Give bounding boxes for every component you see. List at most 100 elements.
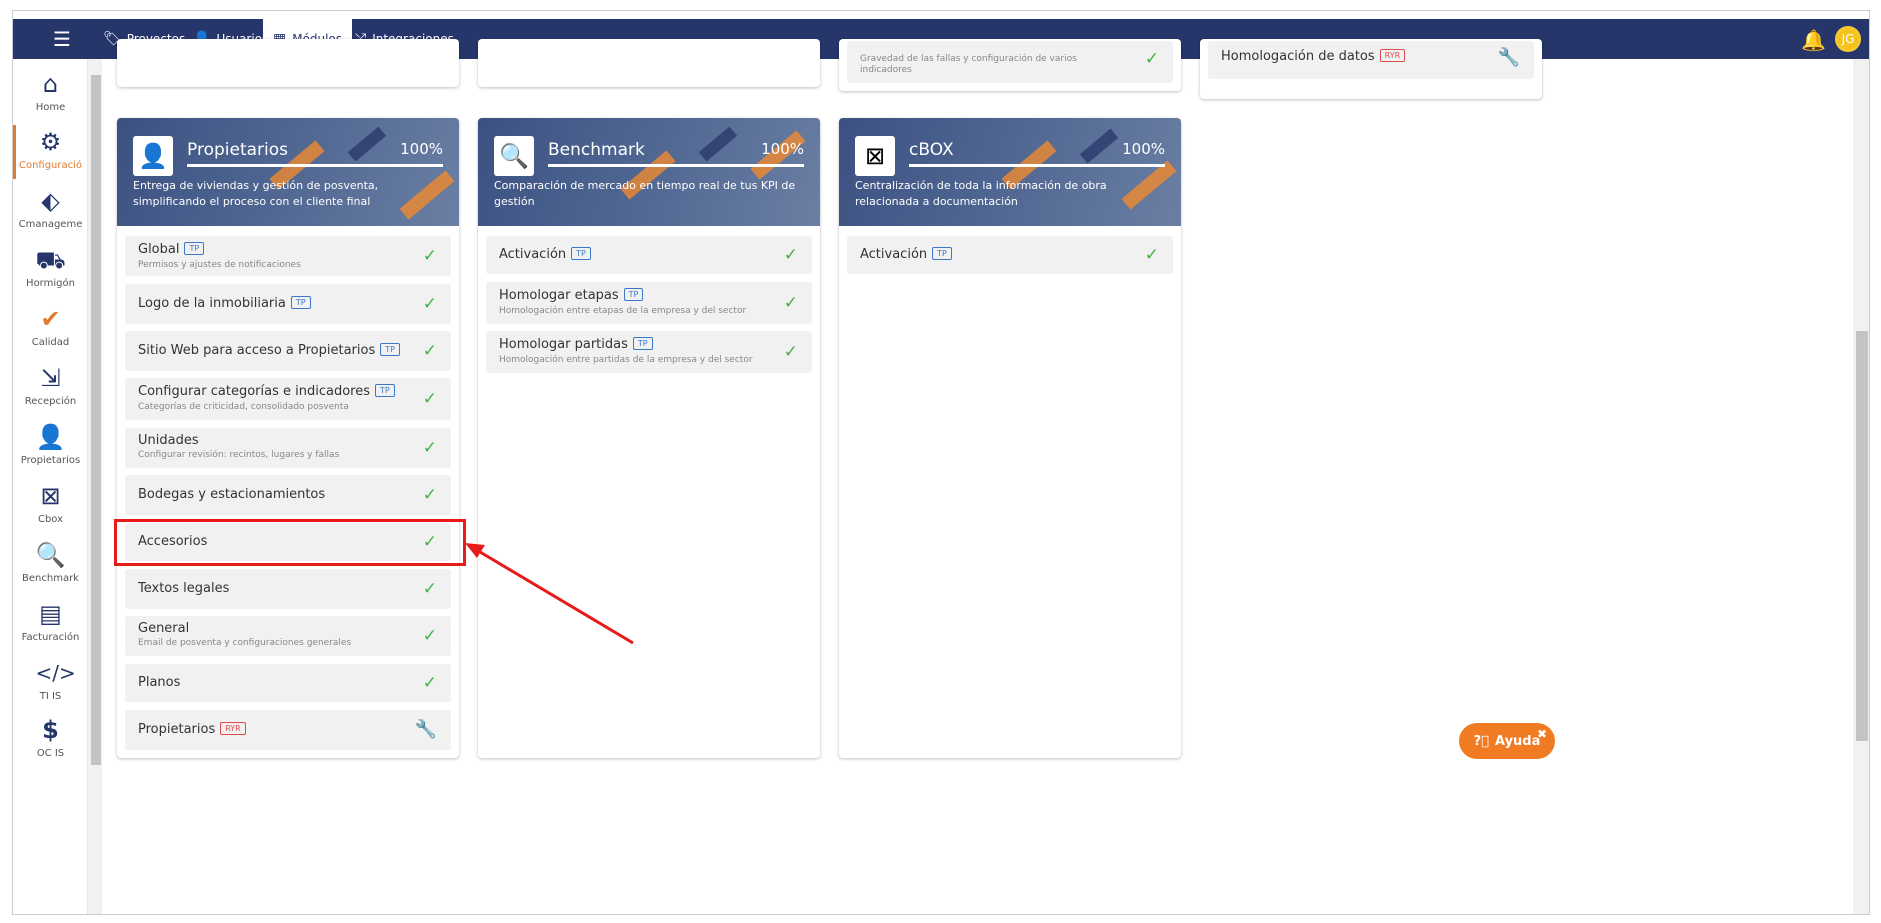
row-title: Logo de la inmobiliaria TP <box>138 296 311 311</box>
card-title: Benchmark <box>548 140 645 160</box>
wrench-icon: 🔧 <box>414 719 437 740</box>
sidebar-scroll-thumb[interactable] <box>91 75 101 765</box>
tag-tp: TP <box>290 296 311 309</box>
progress-bar <box>187 164 443 167</box>
dollar-icon: $ <box>42 716 59 744</box>
settings-icon: ⚙ <box>39 128 62 156</box>
sidebar-item-label: Configuració <box>18 160 83 171</box>
config-row-activacion[interactable]: Activación TP ✓ <box>847 236 1173 274</box>
sidebar-item-cmanagement[interactable]: ⬖ Cmanageme <box>13 180 87 242</box>
config-row-propietarios-ryr[interactable]: Propietarios RYR 🔧 <box>125 710 451 750</box>
home-icon: ⌂ <box>42 70 59 98</box>
header-decoration <box>347 126 387 162</box>
close-icon[interactable]: ✖ <box>1537 727 1547 741</box>
partial-row-homologacion[interactable]: Homologación de datos RYR 🔧 <box>1208 41 1534 79</box>
row-title-text: Homologar etapas <box>499 288 619 303</box>
config-row-sitio-web[interactable]: Sitio Web para acceso a Propietarios TP ✓ <box>125 331 451 371</box>
config-row-global[interactable]: Global TP Permisos y ajustes de notificac… <box>125 236 451 276</box>
progress-bar <box>548 164 804 167</box>
tag-tp: TP <box>380 343 400 356</box>
config-row-categorias[interactable]: Configurar categorías e indicadores TP Ca… <box>125 378 451 420</box>
config-row-homologar-etapas[interactable]: Homologar etapas TP Homologación entre et… <box>486 282 812 324</box>
card-description: Entrega de viviendas y gestión de posven… <box>133 179 379 208</box>
magnifier-chart-icon: 🔍 <box>35 541 66 569</box>
tag-ryr: RYR <box>220 722 246 735</box>
sidebar-item-benchmark[interactable]: 🔍 Benchmark <box>13 534 87 596</box>
row-title-text: Activación <box>499 247 567 262</box>
wrench-icon: 🔧 <box>1497 47 1520 68</box>
row-title: Global TP <box>138 242 205 257</box>
row-subtitle: Configurar revisión: recintos, lugares y… <box>138 450 340 460</box>
row-subtitle: Categorías de criticidad, consolidado po… <box>138 402 349 412</box>
sidebar-item-hormigon[interactable]: ⛟ Hormigón <box>13 239 87 301</box>
question-icon: ?⃝ <box>1473 733 1489 749</box>
reception-icon: ⇲ <box>40 364 61 392</box>
code-icon: </> <box>35 661 76 685</box>
card-description: Centralización de toda la información de… <box>855 179 1107 208</box>
bell-icon[interactable]: 🔔 <box>1801 28 1826 52</box>
sidebar-item-calidad[interactable]: ✔ Calidad <box>13 298 87 360</box>
sidebar-item-facturacion[interactable]: ▤ Facturación <box>13 593 87 655</box>
row-title-text: Homologar partidas <box>499 337 628 352</box>
row-subtitle: Gravedad de las fallas y configuración d… <box>860 54 1077 75</box>
row-title: Activación TP <box>499 247 591 262</box>
check-icon: ✓ <box>422 485 437 505</box>
avatar[interactable]: JG <box>1835 26 1861 52</box>
sidebar-item-configuracion[interactable]: ⚙ Configuració <box>13 121 87 183</box>
cbox-icon: ⊠ <box>855 136 895 176</box>
row-title: Propietarios RYR <box>138 722 246 737</box>
check-icon: ✓ <box>783 245 798 265</box>
row-title: General <box>138 621 190 636</box>
modules-grid: Gravedad de las fallas y configuración d… <box>103 39 1853 914</box>
main-scroll-thumb[interactable] <box>1856 331 1868 741</box>
config-row-planos[interactable]: Planos ✓ <box>125 664 451 702</box>
config-row-general[interactable]: General Email de posventa y configuracio… <box>125 616 451 656</box>
card-title: Propietarios <box>187 140 288 160</box>
row-subtitle: Homologación entre partidas de la empres… <box>499 355 753 365</box>
row-title-text: Propietarios <box>138 722 216 737</box>
config-row-bodegas[interactable]: Bodegas y estacionamientos ✓ <box>125 475 451 515</box>
check-icon: ✓ <box>422 579 437 599</box>
cmanagement-icon: ⬖ <box>41 187 60 215</box>
invoice-icon: ▤ <box>39 600 62 628</box>
sidebar-item-cbox[interactable]: ⊠ Cbox <box>13 475 87 537</box>
partial-row[interactable]: Gravedad de las fallas y configuración d… <box>847 41 1173 83</box>
config-row-homologar-partidas[interactable]: Homologar partidas TP Homologación entre … <box>486 331 812 373</box>
tag-tp: TP <box>184 242 205 255</box>
check-icon: ✓ <box>783 293 798 313</box>
menu-icon[interactable]: ☰ <box>53 29 71 49</box>
check-icon: ✓ <box>422 389 437 409</box>
sidebar-item-label: Cmanageme <box>18 219 83 230</box>
sidebar-item-home[interactable]: ⌂ Home <box>13 63 87 125</box>
row-title: Homologación de datos RYR <box>1221 49 1406 64</box>
sidebar-item-label: TI IS <box>39 691 62 702</box>
row-title: Bodegas y estacionamientos <box>138 487 326 502</box>
row-title: Homologar partidas TP <box>499 337 653 352</box>
config-row-unidades[interactable]: Unidades Configurar revisión: recintos, … <box>125 428 451 468</box>
sidebar-item-recepcion[interactable]: ⇲ Recepción <box>13 357 87 419</box>
tag-tp: TP <box>632 337 653 350</box>
card-propietarios: 👤 Propietarios 100% Entrega de viviendas… <box>117 118 459 758</box>
sidebar-item-label: OC IS <box>36 748 65 759</box>
row-title-text: Activación <box>860 247 928 262</box>
tag-tp: TP <box>932 247 952 260</box>
help-label: Ayuda <box>1494 733 1541 749</box>
sidebar: ⌂ Home ⚙ Configuració ⬖ Cmanageme ⛟ Horm… <box>13 59 88 914</box>
row-title-text: Homologación de datos <box>1221 49 1375 64</box>
progress-bar <box>909 164 1165 167</box>
sidebar-item-label: Recepción <box>24 396 77 407</box>
config-row-activacion[interactable]: Activación TP ✓ <box>486 236 812 274</box>
config-row-textos-legales[interactable]: Textos legales ✓ <box>125 569 451 609</box>
sidebar-item-ti-is[interactable]: </> TI IS <box>13 652 87 714</box>
sidebar-item-label: Cbox <box>37 514 64 525</box>
partial-card-3: Gravedad de las fallas y configuración d… <box>839 39 1181 91</box>
sidebar-item-label: Benchmark <box>22 573 79 584</box>
row-subtitle: Permisos y ajustes de notificaciones <box>138 260 301 270</box>
config-row-logo[interactable]: Logo de la inmobiliaria TP ✓ <box>125 284 451 324</box>
check-icon: ✓ <box>422 341 437 361</box>
sidebar-item-propietarios[interactable]: 👤 Propietarios <box>13 416 87 478</box>
sidebar-item-oc-is[interactable]: $ OC IS <box>13 709 87 771</box>
header-decoration <box>1079 128 1119 164</box>
row-title: Configurar categorías e indicadores TP <box>138 384 395 399</box>
row-subtitle: Homologación entre etapas de la empresa … <box>499 306 747 316</box>
